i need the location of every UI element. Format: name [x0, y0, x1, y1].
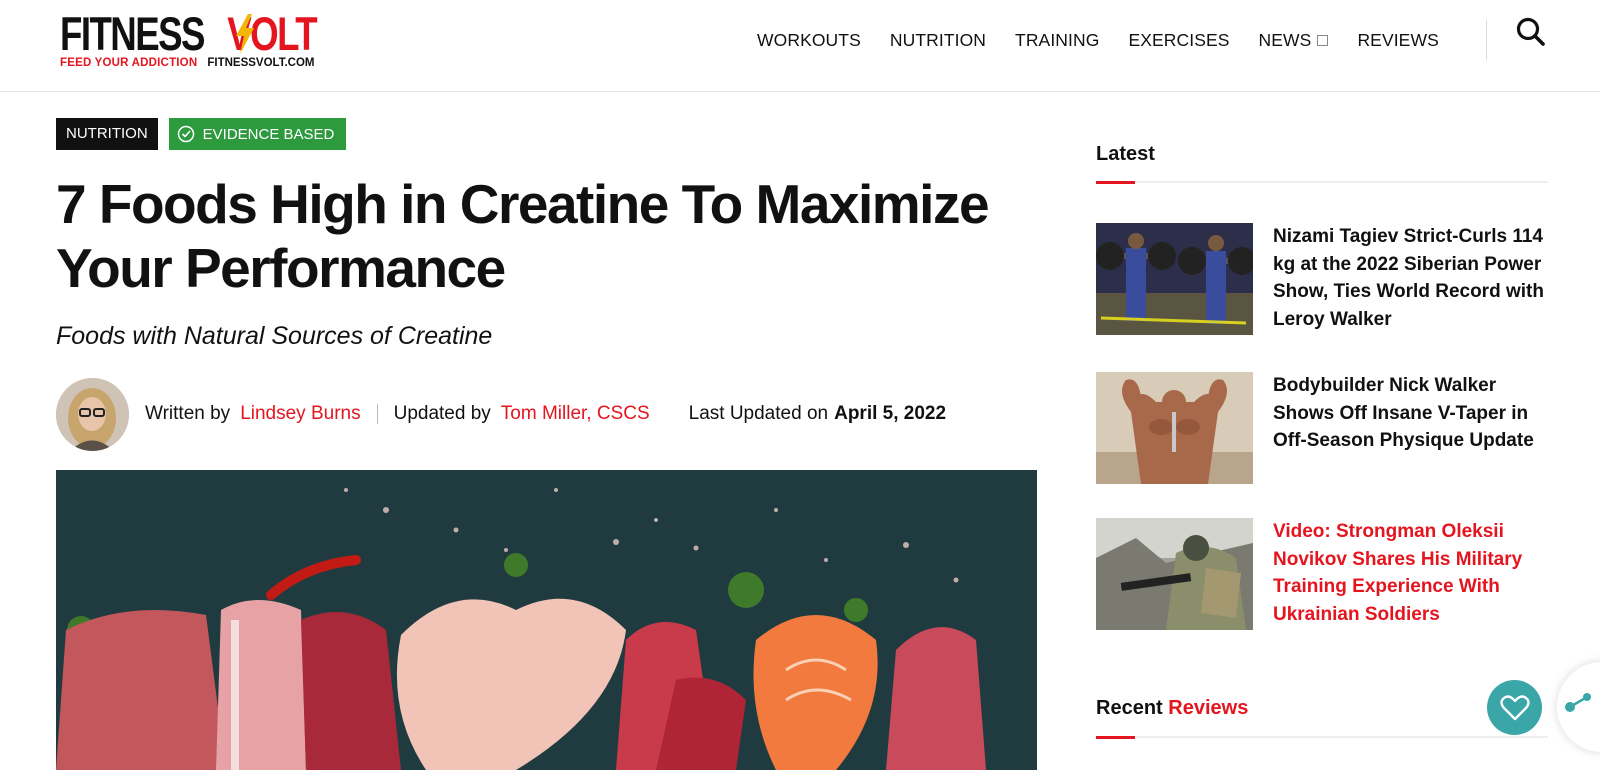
site-logo[interactable]: FITNESS VOLT FEED YOUR ADDICTION FITNESSVO…	[60, 10, 360, 74]
share-button[interactable]	[1557, 662, 1600, 752]
latest-item-title[interactable]: Nizami Tagiev Strict-Curls 114 kg at the…	[1273, 223, 1548, 335]
latest-heading: Latest	[1096, 143, 1155, 165]
favorite-button[interactable]	[1487, 680, 1542, 735]
nav-item-workouts[interactable]: WORKOUTS	[757, 30, 861, 51]
recent-heading-underline	[1096, 736, 1548, 739]
article-badges: NUTRITION EVIDENCE BASED	[56, 118, 347, 150]
evidence-badge-label: EVIDENCE BASED	[202, 125, 335, 143]
evidence-badge[interactable]: EVIDENCE BASED	[168, 118, 347, 150]
lightning-bolt-icon	[236, 14, 254, 54]
category-badge[interactable]: NUTRITION	[56, 118, 158, 150]
nav-item-news[interactable]: NEWS	[1259, 30, 1329, 51]
recent-reviews-heading: Recent Reviews	[1096, 697, 1248, 720]
latest-item[interactable]: Video: Strongman Oleksii Novikov Shares …	[1096, 518, 1548, 630]
article-title: 7 Foods High in Creatine To Maximize You…	[56, 173, 990, 299]
latest-item-title[interactable]: Bodybuilder Nick Walker Shows Off Insane…	[1273, 372, 1548, 484]
latest-heading-underline	[1096, 181, 1548, 184]
nav-item-news-label: NEWS	[1258, 30, 1312, 50]
author-avatar[interactable]	[56, 377, 129, 451]
recent-heading-part2[interactable]: Reviews	[1168, 697, 1248, 719]
nav-item-exercises[interactable]: EXERCISES	[1128, 30, 1229, 51]
last-updated-date: April 5, 2022	[834, 403, 947, 424]
written-by-label: Written by	[145, 403, 231, 424]
hero-image	[56, 470, 1037, 770]
recent-heading-part1: Recent	[1096, 697, 1163, 719]
latest-thumbnail[interactable]	[1096, 518, 1253, 630]
latest-item-title[interactable]: Video: Strongman Oleksii Novikov Shares …	[1273, 518, 1548, 630]
nav-item-reviews[interactable]: REVIEWS	[1357, 30, 1438, 51]
heart-icon	[1499, 694, 1530, 720]
share-icon	[1565, 693, 1591, 712]
logo-wordmark: FITNESS VOLT	[60, 7, 318, 60]
updated-by-label: Updated by	[393, 403, 491, 424]
latest-item[interactable]: Nizami Tagiev Strict-Curls 114 kg at the…	[1096, 223, 1548, 335]
article-byline: Written by Lindsey Burns Updated by Tom …	[56, 377, 947, 451]
author-link[interactable]: Lindsey Burns	[240, 403, 360, 425]
check-circle-icon	[177, 125, 194, 143]
nav-divider	[1486, 20, 1487, 60]
latest-thumbnail[interactable]	[1096, 372, 1253, 484]
main-nav: WORKOUTS NUTRITION TRAINING EXERCISES NE…	[757, 30, 1468, 51]
logo-tagline: FEED YOUR ADDICTION FITNESSVOLT.COM	[60, 57, 315, 69]
last-updated-label: Last Updated on	[688, 403, 829, 424]
latest-thumbnail[interactable]	[1096, 223, 1253, 335]
byline-divider	[376, 404, 378, 424]
nav-item-training[interactable]: TRAINING	[1015, 30, 1099, 51]
site-header: FITNESS VOLT FEED YOUR ADDICTION FITNESSVO…	[0, 0, 1600, 92]
latest-item[interactable]: Bodybuilder Nick Walker Shows Off Insane…	[1096, 372, 1548, 484]
updater-link[interactable]: Tom Miller, CSCS	[501, 403, 650, 425]
dropdown-icon	[1317, 35, 1329, 46]
search-icon[interactable]	[1515, 16, 1547, 48]
article-subtitle: Foods with Natural Sources of Creatine	[56, 322, 493, 350]
nav-item-nutrition[interactable]: NUTRITION	[890, 30, 986, 51]
